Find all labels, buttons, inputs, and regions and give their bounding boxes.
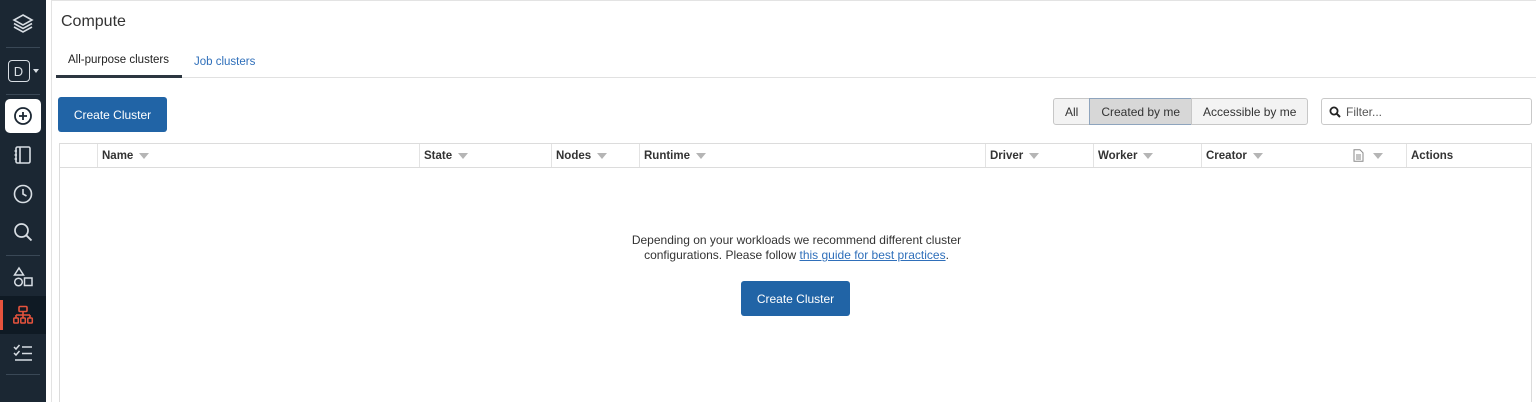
sidebar: D xyxy=(0,0,46,402)
cluster-tabs: All-purpose clusters Job clusters xyxy=(56,45,1536,78)
filter-input[interactable] xyxy=(1346,104,1526,119)
create-icon xyxy=(5,99,41,133)
empty-state-line-2: configurations. Please follow this guide… xyxy=(644,248,949,262)
notebook-icon[interactable] xyxy=(0,136,46,174)
create-button[interactable] xyxy=(0,97,46,135)
filter-field[interactable] xyxy=(1321,98,1532,125)
ownership-filter: All Created by me Accessible by me xyxy=(1053,98,1309,125)
best-practices-guide-link[interactable]: this guide for best practices xyxy=(800,248,946,262)
sort-icon xyxy=(458,152,469,159)
sort-icon xyxy=(696,152,706,159)
data-shapes-icon[interactable] xyxy=(0,258,46,296)
column-header-worker[interactable]: Worker xyxy=(1093,144,1201,167)
column-header-name[interactable]: Name xyxy=(97,144,419,167)
sort-icon xyxy=(1029,152,1040,159)
tab-job-clusters[interactable]: Job clusters xyxy=(182,45,267,78)
column-header-actions: Actions xyxy=(1406,144,1533,167)
empty-state-message: Depending on your workloads we recommend… xyxy=(60,233,1533,263)
empty-state-line-1: Depending on your workloads we recommend… xyxy=(631,233,962,247)
empty-state-create-cluster-button[interactable]: Create Cluster xyxy=(741,281,850,316)
recents-clock-icon[interactable] xyxy=(0,175,46,213)
page-title: Compute xyxy=(61,13,126,30)
column-header-runtime[interactable]: Runtime xyxy=(639,144,985,167)
compute-icon[interactable] xyxy=(0,296,46,334)
tab-all-purpose-clusters[interactable]: All-purpose clusters xyxy=(56,45,182,78)
filter-accessible-by-me-button[interactable]: Accessible by me xyxy=(1191,98,1309,125)
chevron-down-icon xyxy=(32,69,39,73)
sort-icon xyxy=(597,152,608,159)
filter-created-by-me-button[interactable]: Created by me xyxy=(1089,98,1193,125)
sort-icon xyxy=(1252,152,1263,159)
main-content: Compute All-purpose clusters Job cluster… xyxy=(51,0,1536,402)
column-header-driver[interactable]: Driver xyxy=(985,144,1093,167)
search-icon xyxy=(1329,106,1341,118)
sort-icon xyxy=(1373,152,1383,159)
workspace-letter: D xyxy=(7,60,30,82)
column-header-creator[interactable]: Creator xyxy=(1201,144,1348,167)
column-header-state[interactable]: State xyxy=(419,144,551,167)
workflows-icon[interactable] xyxy=(0,334,46,372)
column-header-select xyxy=(60,144,97,167)
column-header-nodes[interactable]: Nodes xyxy=(551,144,639,167)
table-header: Name State Nodes Runtime Driver Worker C… xyxy=(60,144,1531,168)
filter-all-button[interactable]: All xyxy=(1053,98,1091,125)
search-icon[interactable] xyxy=(0,213,46,251)
clusters-table: Name State Nodes Runtime Driver Worker C… xyxy=(59,143,1532,402)
create-cluster-button[interactable]: Create Cluster xyxy=(58,97,167,132)
workspace-switcher[interactable]: D xyxy=(0,52,46,90)
document-icon xyxy=(1353,149,1364,162)
sort-icon xyxy=(1143,152,1154,159)
layers-icon[interactable] xyxy=(0,4,46,42)
column-header-notes[interactable] xyxy=(1348,144,1406,167)
sort-icon xyxy=(139,152,150,159)
